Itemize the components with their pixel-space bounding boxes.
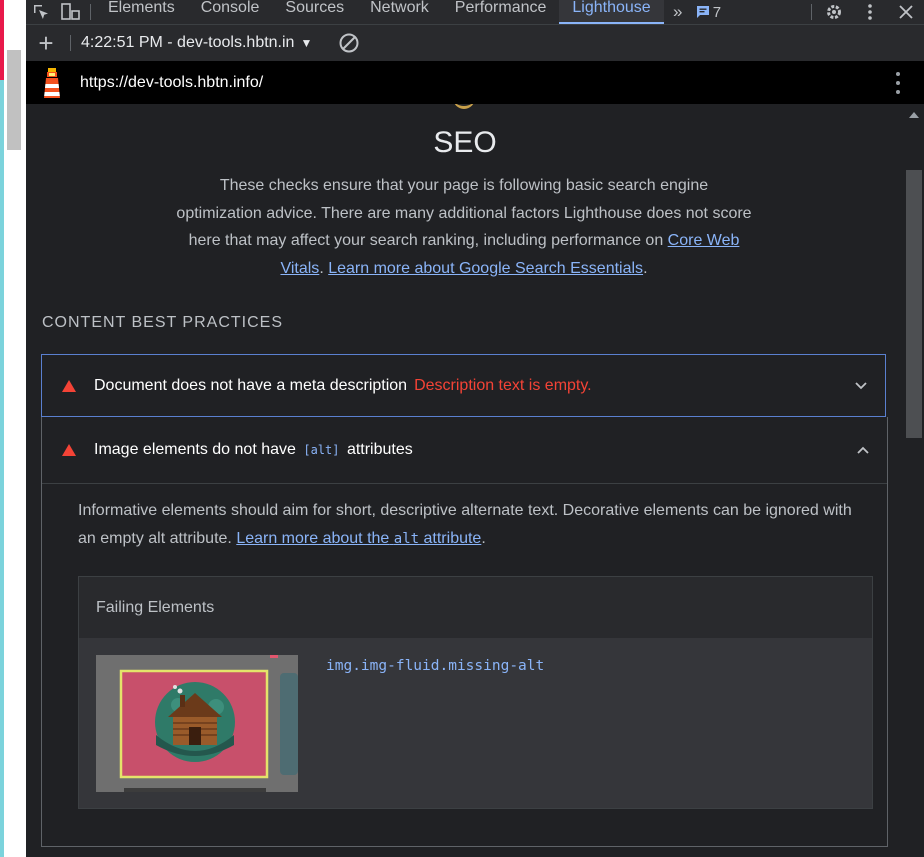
score-gauge-edge xyxy=(453,104,475,109)
lighthouse-logo-icon xyxy=(44,67,60,98)
new-report-plus-icon[interactable]: + xyxy=(26,25,66,61)
learn-more-alt-link[interactable]: Learn more about the alt attribute xyxy=(236,530,481,547)
report-selector[interactable]: 4:22:51 PM - dev-tools.hbtn.in ▼ xyxy=(81,34,312,52)
learn-more-search-essentials-link[interactable]: Learn more about Google Search Essential… xyxy=(328,260,643,277)
audit-title-before: Image elements do not have xyxy=(94,441,296,458)
inspected-page-strip xyxy=(0,0,26,857)
clear-reports-icon[interactable] xyxy=(338,32,360,54)
customize-menu-icon[interactable] xyxy=(852,0,888,24)
category-description-text: These checks ensure that your page is fo… xyxy=(176,177,752,249)
tab-performance[interactable]: Performance xyxy=(442,0,560,24)
audit-title-code: [alt] xyxy=(303,443,340,457)
tab-console[interactable]: Console xyxy=(188,0,273,24)
alt-link-after: attribute xyxy=(423,529,482,547)
audit-meta-description[interactable]: Document does not have a meta descriptio… xyxy=(41,354,886,417)
tab-elements[interactable]: Elements xyxy=(95,0,188,24)
audit-title-after: attributes xyxy=(346,441,413,458)
group-title: CONTENT BEST PRACTICES xyxy=(42,314,283,331)
tab-sources[interactable]: Sources xyxy=(272,0,357,24)
category-title: SEO xyxy=(433,126,497,159)
element-screenshot-thumbnail[interactable] xyxy=(96,655,298,792)
audit-title: Document does not have a meta descriptio… xyxy=(94,376,408,394)
audit-display-value: Description text is empty. xyxy=(414,376,592,394)
report-selector-label: 4:22:51 PM - dev-tools.hbtn.in xyxy=(81,34,295,51)
alt-link-before: Learn more about the xyxy=(236,529,390,547)
report-url-bar: https://dev-tools.hbtn.info/ xyxy=(26,61,924,104)
page-accent-cyan xyxy=(0,80,4,857)
issues-count: 7 xyxy=(712,3,722,21)
report-url: https://dev-tools.hbtn.info/ xyxy=(80,73,264,91)
report-content: SEO These checks ensure that your page i… xyxy=(26,104,904,857)
issues-counter[interactable]: 7 xyxy=(696,4,721,21)
message-icon xyxy=(696,6,709,18)
chevron-up-icon xyxy=(857,446,869,454)
audit-header[interactable]: Image elements do not have [alt] attribu… xyxy=(42,417,887,484)
toolbar-divider xyxy=(90,4,91,20)
description-end: . xyxy=(643,259,648,277)
audit-image-alt: Image elements do not have [alt] attribu… xyxy=(41,417,888,847)
report-scrollbar[interactable] xyxy=(904,104,924,857)
toolbar-divider xyxy=(811,4,812,20)
scrollbar-thumb[interactable] xyxy=(906,170,922,438)
fail-triangle-icon xyxy=(62,444,76,456)
audit-description: Informative elements should aim for shor… xyxy=(42,484,887,553)
scroll-up-icon[interactable] xyxy=(909,112,919,118)
category-description: These checks ensure that your page is fo… xyxy=(176,172,752,282)
failing-element-selector[interactable]: img.img-fluid.missing-alt xyxy=(326,658,544,674)
devtools-tab-bar: Elements Console Sources Network Perform… xyxy=(26,0,924,25)
table-header: Failing Elements xyxy=(79,577,872,639)
audit-title: Image elements do not have [alt] attribu… xyxy=(94,441,413,459)
settings-gear-icon[interactable] xyxy=(816,0,852,24)
description-separator: . xyxy=(319,259,329,277)
audit-description-end: . xyxy=(481,529,486,547)
fail-triangle-icon xyxy=(62,379,76,392)
page-scrollbar[interactable] xyxy=(7,50,21,150)
alt-link-code: alt xyxy=(393,530,420,547)
device-toolbar-icon[interactable] xyxy=(56,0,86,24)
inspect-element-icon[interactable] xyxy=(26,0,56,24)
dropdown-caret-icon: ▼ xyxy=(300,36,313,50)
toolbar-divider xyxy=(70,35,71,51)
report-menu-icon[interactable] xyxy=(896,71,900,94)
more-tabs-icon[interactable]: » xyxy=(664,3,692,20)
chevron-down-icon xyxy=(855,381,867,389)
tab-lighthouse[interactable]: Lighthouse xyxy=(559,0,664,24)
failing-elements-table: Failing Elements img.img-fluid.missing-a… xyxy=(78,576,873,809)
page-accent-red xyxy=(0,0,4,80)
table-row[interactable]: img.img-fluid.missing-alt xyxy=(79,638,872,808)
tab-network[interactable]: Network xyxy=(357,0,442,24)
lighthouse-toolbar: + 4:22:51 PM - dev-tools.hbtn.in ▼ xyxy=(26,25,924,61)
close-devtools-icon[interactable] xyxy=(888,0,924,24)
